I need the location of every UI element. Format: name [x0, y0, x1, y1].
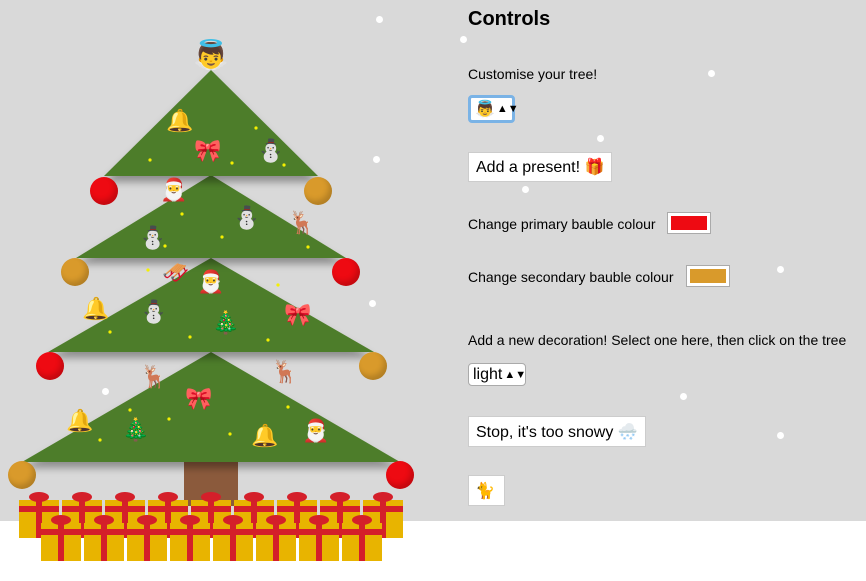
present-icon: [213, 515, 253, 561]
controls-title: Controls: [468, 8, 551, 30]
bow-icon: 🎀: [194, 139, 222, 164]
bow-icon: 🎀: [185, 387, 213, 412]
snowman-icon: ⛄: [257, 139, 285, 164]
primary-colour-swatch: [671, 216, 707, 230]
christmas-tree-icon: 🎄: [122, 418, 150, 443]
santa-icon: 🎅: [302, 419, 330, 444]
snowman-icon: ⛄: [233, 206, 261, 231]
santa-icon: 🎅: [197, 270, 225, 295]
secondary-colour-swatch: [690, 269, 726, 283]
decoration-instruction: Add a new decoration! Select one here, t…: [468, 332, 847, 348]
primary-bauble-label: Change primary bauble colour: [468, 216, 656, 232]
primary-bauble: [90, 177, 118, 205]
select-arrows-icon: ▲▼: [504, 368, 527, 381]
snowflake: [597, 135, 604, 142]
bow-icon: 🎀: [284, 303, 312, 328]
topper-select-value: 👼: [475, 101, 495, 118]
bell-icon: 🔔: [82, 297, 110, 322]
reindeer-icon: 🦌: [140, 365, 168, 390]
reindeer-icon: 🦌: [271, 360, 299, 385]
present-icon: [127, 515, 167, 561]
present-icon: [342, 515, 382, 561]
primary-bauble: [332, 258, 360, 286]
reindeer-icon: 🦌: [288, 211, 316, 236]
bell-icon: 🔔: [66, 409, 94, 434]
primary-bauble-colour-picker[interactable]: [667, 212, 711, 234]
snowflake: [777, 432, 784, 439]
snowflake: [680, 393, 687, 400]
topper-select[interactable]: 👼 ▲▼: [468, 95, 519, 123]
cat-button[interactable]: 🐈: [468, 475, 505, 506]
santa-icon: 🎅: [160, 178, 188, 203]
present-icon: [84, 515, 124, 561]
secondary-bauble-colour-picker[interactable]: [686, 265, 730, 287]
bell-icon: 🔔: [166, 109, 194, 134]
present-icon: [41, 515, 81, 561]
primary-bauble: [36, 352, 64, 380]
stop-snow-button[interactable]: Stop, it's too snowy 🌨️: [468, 416, 646, 447]
customise-label: Customise your tree!: [468, 66, 598, 82]
present-icon: [170, 515, 210, 561]
snowflake: [708, 70, 715, 77]
snowflake: [777, 266, 784, 273]
snowman-icon: ⛄: [139, 226, 167, 251]
secondary-bauble-label: Change secondary bauble colour: [468, 269, 674, 285]
christmas-tree-icon: 🎄: [212, 311, 240, 336]
secondary-bauble: [61, 258, 89, 286]
snowflake: [522, 186, 529, 193]
decoration-select[interactable]: light ▲▼: [468, 363, 526, 386]
secondary-bauble: [359, 352, 387, 380]
primary-bauble: [386, 461, 414, 489]
secondary-bauble: [8, 461, 36, 489]
present-icon: [299, 515, 339, 561]
secondary-bauble: [304, 177, 332, 205]
sled-icon: 🛷: [162, 261, 190, 286]
angel-topper-icon: 👼: [193, 38, 229, 71]
add-present-button[interactable]: Add a present! 🎁: [468, 152, 613, 182]
snowman-icon: ⛄: [140, 300, 168, 325]
decoration-select-value: light: [473, 365, 503, 383]
bell-icon: 🔔: [251, 424, 279, 449]
present-icon: [256, 515, 296, 561]
select-arrows-icon: ▲▼: [496, 103, 519, 115]
